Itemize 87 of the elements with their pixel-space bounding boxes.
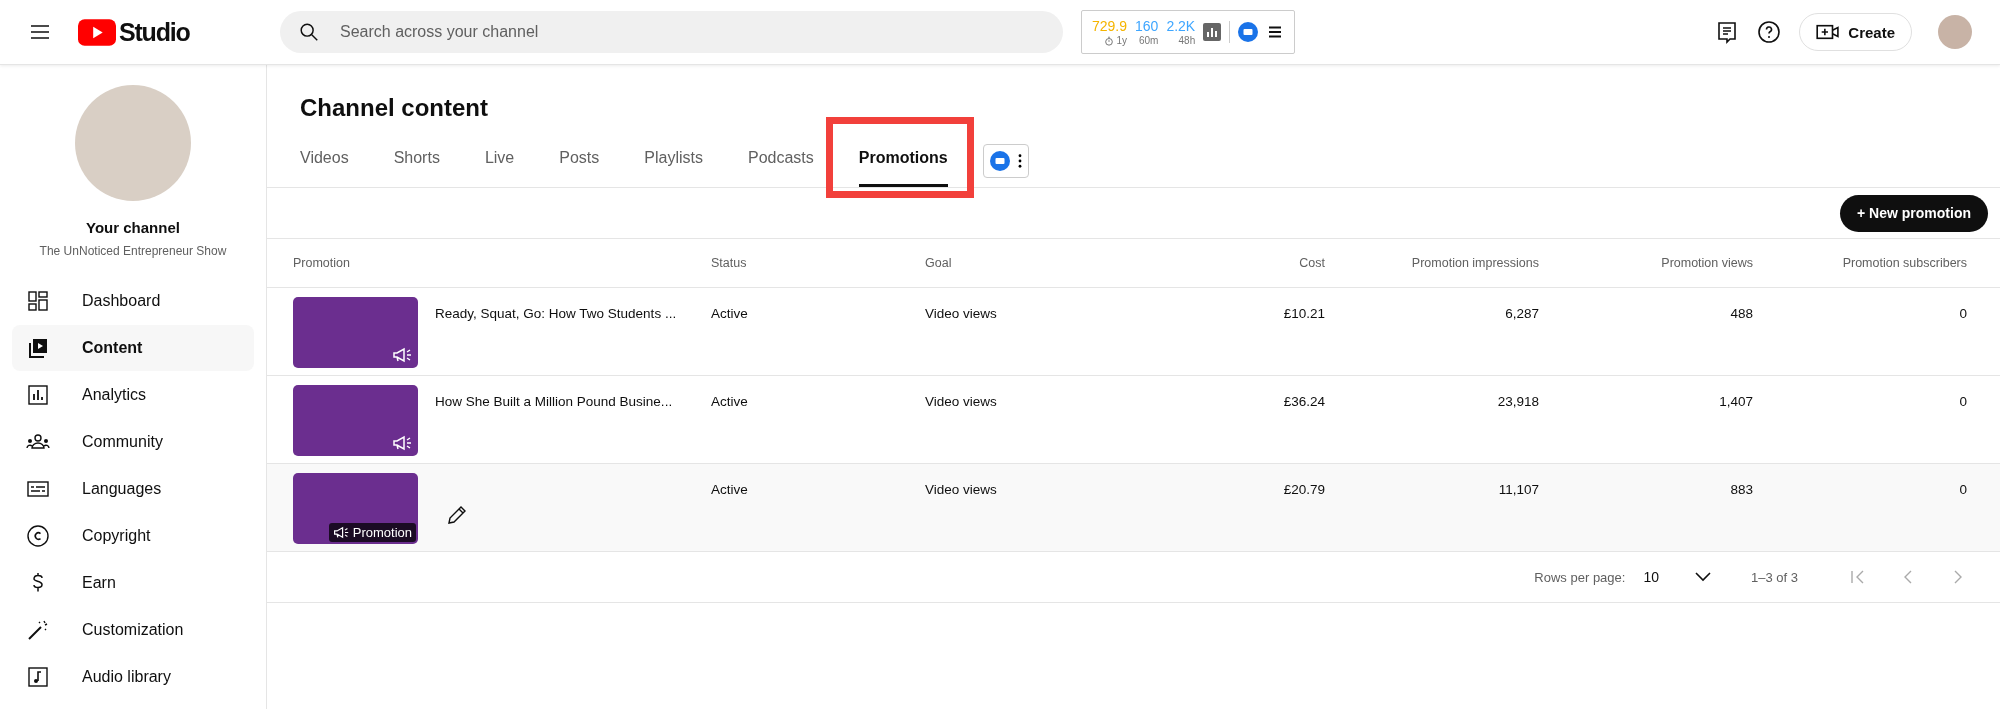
help-icon[interactable] [1757,20,1782,44]
table-cell-text: Video views [925,306,998,323]
table-row[interactable]: Ready, Squat, Go: How Two Students ... Active Video views £10.21 6,287 488 0 [267,288,2000,376]
table-cell-text: 0 [1958,482,1967,499]
tab[interactable]: Shorts [393,131,440,187]
stat-caption: 60m [1138,35,1159,46]
channel-title: Your channel [86,219,180,236]
table-cell-text: Active [711,306,749,323]
sidebar-item[interactable]: Audio library [12,654,254,700]
content-icon [26,336,50,360]
search-field[interactable]: Search across your channel [280,11,1063,53]
extension-icon[interactable] [1238,22,1259,42]
table-cell-text: 1,407 [1718,394,1753,411]
table-cell-text: 488 [1729,306,1753,323]
logo-text: Studio [119,17,190,47]
sidebar-item[interactable]: Community [12,419,254,465]
table-cell-text: 23,918 [1496,394,1539,411]
tab[interactable]: Posts [559,131,600,187]
channel-name: The UnNoticed Entrepreneur Show [39,244,227,258]
table-row[interactable]: Promotion Active Video views £20.79 11,107 883 0 [267,464,2000,552]
badge-label: Promotion [352,525,412,540]
column-header: Promotion views [1660,256,1753,270]
stat-caption: 48h [1178,35,1196,46]
tab[interactable]: Promotions [858,131,948,187]
table-cell-text: Video views [925,482,998,499]
promotion-title[interactable]: How She Built a Million Pound Busine... [435,385,673,463]
sidebar-item[interactable]: Copyright [12,513,254,559]
rows-per-page-dropdown[interactable]: 10 [1643,569,1711,585]
sidebar-item[interactable]: Content [12,325,254,371]
table-cell-text: £20.79 [1282,482,1325,499]
table-cell-text: £36.24 [1282,394,1325,411]
first-page-icon[interactable] [1850,569,1866,585]
promotion-title[interactable]: Ready, Squat, Go: How Two Students ... [435,297,677,375]
thumbnail-placeholder[interactable]: Promotion [293,473,418,544]
sidebar-item[interactable]: Earn [12,560,254,606]
more-icon [1017,154,1022,168]
table-cell-text: Video views [925,394,998,411]
copyright-icon [26,524,50,548]
timer-icon [1104,35,1115,46]
sidebar-item[interactable]: Analytics [12,372,254,418]
table-cell-text: 883 [1729,482,1753,499]
rows-per-page-label: Rows per page: [1534,569,1626,585]
tab[interactable]: Podcasts [747,131,814,187]
megaphone-icon [332,526,349,539]
table-cell-text: Active [711,394,749,411]
table-cell-text: 6,287 [1504,306,1539,323]
extension-icon [989,151,1010,171]
dashboard-icon [26,289,50,313]
sidebar-item[interactable]: Customization [12,607,254,653]
thumbnail-placeholder[interactable] [293,297,418,368]
stat-value: 729.9 [1092,18,1128,33]
create-button[interactable]: Create [1799,13,1912,51]
sidebar-item[interactable]: Dashboard [12,278,254,324]
page-range: 1–3 of 3 [1751,569,1798,585]
analytics-icon [26,383,50,407]
table-cell-text: £10.21 [1282,306,1325,323]
table-cell-text: 0 [1958,394,1967,411]
page-title: Channel content [300,93,489,123]
column-header: Promotion impressions [1410,256,1539,270]
new-promotion-button[interactable]: + New promotion [1840,194,1988,232]
table-cell-text: 11,107 [1497,482,1539,499]
column-header: Promotion subscribers [1841,256,1967,270]
column-header: Promotion [292,256,351,270]
megaphone-icon [392,435,412,451]
table-cell-text: Active [711,482,749,499]
stat-value: 2.2K [1166,18,1196,33]
chevron-down-icon [1695,572,1711,582]
tab[interactable]: Videos [300,131,349,187]
bar-chart-icon[interactable] [1203,23,1222,41]
column-header: Goal [925,256,953,270]
sidebar-item[interactable]: Languages [12,466,254,512]
play-logo-icon [78,18,116,46]
megaphone-icon [392,347,412,363]
audio-icon [26,665,50,689]
search-input[interactable]: Search across your channel [338,22,1045,42]
add-video-icon [1816,23,1841,41]
column-header: Status [711,256,748,270]
tab[interactable]: Live [484,131,515,187]
column-header: Cost [1298,256,1325,270]
stat-value: 160 [1135,18,1159,33]
tab[interactable]: Playlists [644,131,703,187]
thumbnail-placeholder[interactable] [293,385,418,456]
table-cell-text: 0 [1958,306,1967,323]
search-icon [298,21,320,43]
customization-icon [26,618,50,642]
stat-caption: 1y [1116,35,1128,46]
extension-button[interactable] [982,144,1029,178]
